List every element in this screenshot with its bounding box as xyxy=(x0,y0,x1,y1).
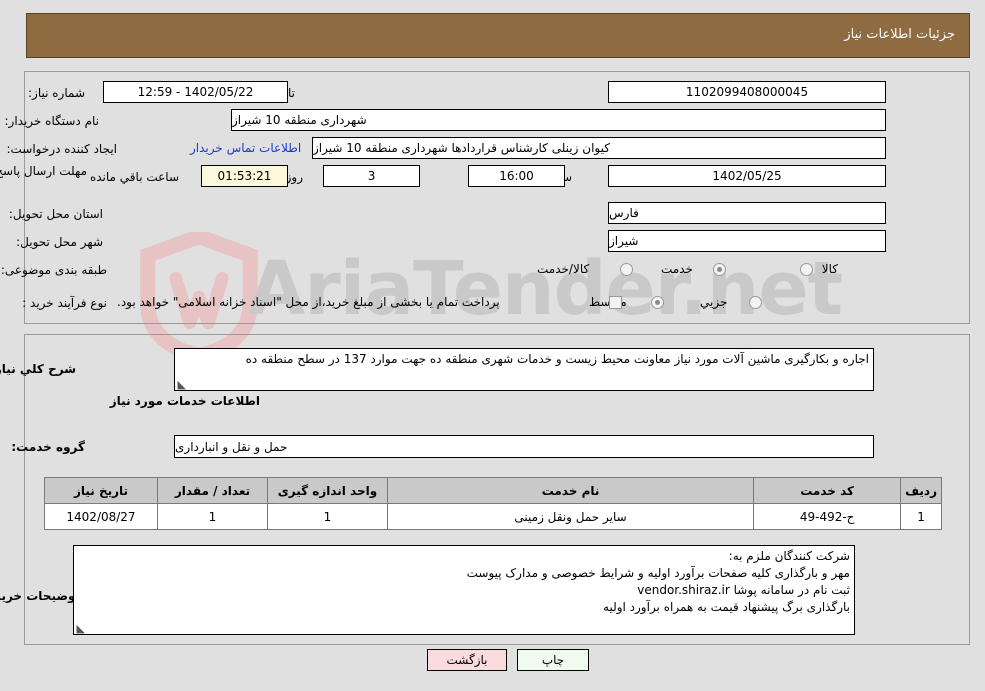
resize-grip-icon[interactable]: ◣ xyxy=(76,623,85,634)
services-table: ردیف کد خدمت نام خدمت واحد اندازه گیری ت… xyxy=(44,477,942,530)
buyer-notes-line-2: مهر و بارگذاری کلیه صفحات برآورد اولیه و… xyxy=(466,566,850,580)
process-label: نوع فرآیند خرید : xyxy=(22,296,107,310)
buyer-notes-line-4: بارگذاری برگ پیشنهاد قیمت به همراه برآور… xyxy=(603,600,850,614)
page-root: AriaTender.net جزئیات اطلاعات نیاز شماره… xyxy=(0,0,985,691)
buyer-contact-link[interactable]: اطلاعات تماس خریدار xyxy=(190,141,301,155)
service-group-label: گروه خدمت: xyxy=(11,440,85,454)
need-summary-label: شرح کلي نیاز: xyxy=(0,362,76,376)
radio-category-kala-khedmat-label: کالا/خدمت xyxy=(537,262,590,276)
cell-unit: 1 xyxy=(267,503,388,530)
radio-category-khedmat-label: خدمت xyxy=(661,262,693,276)
services-section-title: اطلاعات خدمات مورد نیاز xyxy=(109,394,260,408)
radio-category-kala-khedmat[interactable] xyxy=(620,263,633,276)
radio-category-kala[interactable] xyxy=(800,263,813,276)
buyer-notes-line-1: شرکت کنندگان ملزم به: xyxy=(728,549,850,563)
print-button[interactable]: چاپ xyxy=(517,649,589,671)
col-header-service-code: کد خدمت xyxy=(753,477,902,504)
back-button[interactable]: بازگشت xyxy=(427,649,507,671)
cell-service-code: ح-492-49 xyxy=(753,503,902,530)
cell-row: 1 xyxy=(900,503,942,530)
need-number-label: شماره نیاز: xyxy=(28,86,85,100)
checkbox-treasury-documents[interactable] xyxy=(609,296,622,309)
remaining-days-field[interactable]: 3 xyxy=(323,165,420,187)
deadline-time-field[interactable]: 16:00 xyxy=(468,165,565,187)
deadline-label: مهلت ارسال پاسخ: تا تاریخ: xyxy=(0,164,87,178)
col-header-row: ردیف xyxy=(900,477,942,504)
service-group-field[interactable]: حمل و نقل و انبارداری xyxy=(174,435,874,458)
cell-service-name: سایر حمل ونقل زمینی xyxy=(386,503,755,530)
col-header-quantity: تعداد / مقدار xyxy=(157,477,268,504)
header-bar: جزئیات اطلاعات نیاز xyxy=(26,13,970,58)
cell-need-date: 1402/08/27 xyxy=(44,503,158,530)
city-label: شهر محل تحویل: xyxy=(16,235,103,249)
col-header-need-date: تاریخ نیاز xyxy=(44,477,158,504)
col-header-service-name: نام خدمت xyxy=(386,477,755,504)
radio-process-jozi-label: جزیي xyxy=(700,295,728,309)
creator-field[interactable]: کیوان زینلی کارشناس قراردادها شهرداری من… xyxy=(312,137,886,159)
checkbox-treasury-documents-label: پرداخت تمام یا بخشی از مبلغ خرید،از محل … xyxy=(117,295,500,309)
announce-datetime-field[interactable]: 1402/05/22 - 12:59 xyxy=(103,81,288,103)
deadline-date-field[interactable]: 1402/05/25 xyxy=(608,165,886,187)
need-summary-textarea[interactable]: اجاره و بکارگیری ماشین آلات مورد نیاز مع… xyxy=(174,348,874,391)
need-summary-text: اجاره و بکارگیری ماشین آلات مورد نیاز مع… xyxy=(245,352,869,366)
city-field[interactable]: شیراز xyxy=(608,230,886,252)
col-header-unit: واحد اندازه گیری xyxy=(267,477,388,504)
table-row[interactable]: 1 ح-492-49 سایر حمل ونقل زمینی 1 1 1402/… xyxy=(44,503,942,530)
remaining-time-field: 01:53:21 xyxy=(201,165,288,187)
creator-label: ایجاد کننده درخواست: xyxy=(6,142,117,156)
radio-category-khedmat[interactable] xyxy=(713,263,726,276)
buyer-org-field[interactable]: شهرداری منطقه 10 شیراز xyxy=(231,109,886,131)
buyer-org-label: نام دستگاه خریدار: xyxy=(4,114,100,128)
resize-grip-icon[interactable]: ◣ xyxy=(177,379,186,390)
page-title: جزئیات اطلاعات نیاز xyxy=(844,27,955,42)
province-label: استان محل تحویل: xyxy=(8,207,103,221)
buyer-notes-textarea[interactable]: شرکت کنندگان ملزم به: مهر و بارگذاری کلی… xyxy=(73,545,855,635)
remaining-time-label: ساعت باقي مانده xyxy=(89,170,179,184)
buyer-notes-label: توضیحات خریدار: xyxy=(0,589,80,603)
radio-category-kala-label: کالا xyxy=(821,262,838,276)
category-label: طبقه بندی موضوعی: xyxy=(0,263,107,277)
table-header-row: ردیف کد خدمت نام خدمت واحد اندازه گیری ت… xyxy=(44,477,942,504)
need-number-field[interactable]: 1102099408000045 xyxy=(608,81,886,103)
cell-quantity: 1 xyxy=(157,503,268,530)
province-field[interactable]: فارس xyxy=(608,202,886,224)
buyer-notes-line-3: ثبت نام در سامانه پوشا vendor.shiraz.ir xyxy=(637,583,850,597)
radio-process-jozi[interactable] xyxy=(749,296,762,309)
radio-process-motavaset[interactable] xyxy=(651,296,664,309)
